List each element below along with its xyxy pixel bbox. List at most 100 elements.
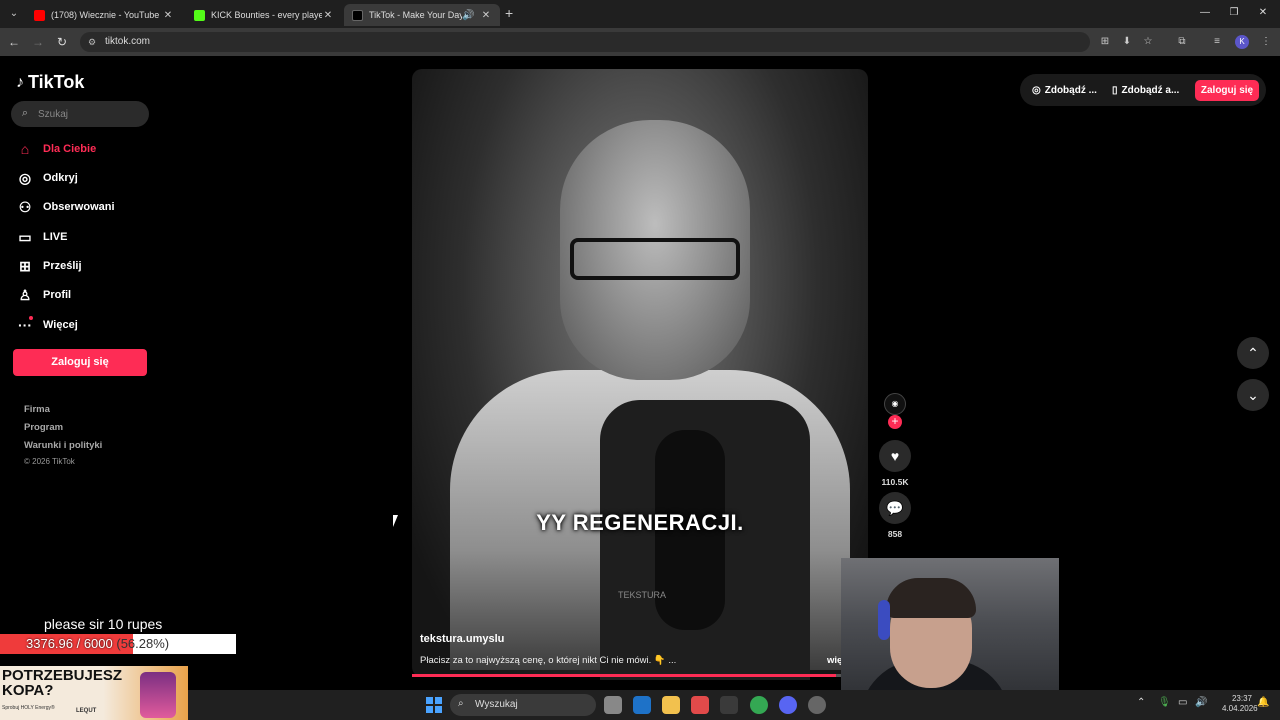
tab-tiktok[interactable]: TikTok - Make Your Day 🔊 ✕ bbox=[344, 4, 500, 26]
video-watermark: TEKSTURA bbox=[617, 590, 666, 600]
footer-link-program[interactable]: Program bbox=[24, 422, 63, 433]
tab-title: KICK Bounties - every player fo bbox=[211, 10, 322, 20]
previous-video-button[interactable]: ⌃ bbox=[1237, 337, 1269, 369]
creator-avatar[interactable]: ◉ bbox=[884, 393, 906, 415]
close-window-icon[interactable]: ✕ bbox=[1256, 7, 1270, 18]
minimize-icon[interactable]: — bbox=[1198, 7, 1212, 18]
get-app-button[interactable]: ▯ Zdobądź a... bbox=[1104, 78, 1187, 102]
get-coins-button[interactable]: ◎ Zdobądź ... bbox=[1024, 78, 1105, 102]
audio-icon[interactable]: 🔊 bbox=[462, 10, 474, 21]
tiktok-icon bbox=[352, 9, 363, 21]
reload-icon[interactable]: ↻ bbox=[54, 34, 70, 50]
network-icon[interactable]: ▭ bbox=[1178, 697, 1187, 708]
outlook-icon[interactable] bbox=[633, 696, 651, 714]
close-icon[interactable]: ✕ bbox=[322, 10, 334, 21]
microphone-icon[interactable]: 🎙 bbox=[1158, 697, 1171, 708]
install-app-icon[interactable]: ⬇ bbox=[1120, 35, 1134, 49]
heart-icon: ♥ bbox=[890, 448, 900, 464]
url-text[interactable]: tiktok.com bbox=[105, 36, 150, 47]
coin-icon: ◎ bbox=[1032, 84, 1041, 96]
discord-icon[interactable] bbox=[779, 696, 797, 714]
forward-icon[interactable]: → bbox=[30, 34, 46, 50]
nav-upload[interactable]: ⊞ Prześlij bbox=[16, 256, 82, 276]
donation-goal-value: 3376.96 / 6000 bbox=[26, 636, 113, 651]
extensions-icon[interactable]: ⧉ bbox=[1175, 35, 1189, 49]
nav-label: Obserwowani bbox=[43, 201, 115, 213]
profile-avatar[interactable]: K bbox=[1235, 35, 1249, 49]
ad-brand: LEQUT bbox=[76, 708, 97, 714]
clock-date: 4.04.2026 bbox=[1222, 704, 1258, 713]
back-icon[interactable]: ← bbox=[6, 34, 22, 50]
app-icon[interactable] bbox=[808, 696, 826, 714]
taskbar-search-input[interactable] bbox=[450, 694, 596, 716]
notifications-icon[interactable]: 🔔 bbox=[1257, 697, 1269, 708]
nav-label: Prześlij bbox=[43, 260, 82, 272]
taskbar-clock[interactable]: 23:37 4.04.2026 bbox=[1222, 694, 1258, 714]
video-progress-fill bbox=[412, 674, 837, 677]
like-button[interactable]: ♥ bbox=[879, 440, 911, 472]
clock-time: 23:37 bbox=[1231, 694, 1252, 703]
nav-explore[interactable]: ◎ Odkryj bbox=[16, 168, 78, 188]
site-info-icon[interactable]: ⚙ bbox=[86, 36, 98, 48]
nav-profile[interactable]: ♙ Profil bbox=[16, 285, 71, 305]
like-count: 110.5K bbox=[881, 477, 909, 487]
footer-link-terms[interactable]: Warunki i polityki bbox=[24, 440, 102, 451]
chrome-icon[interactable] bbox=[750, 696, 768, 714]
media-icon[interactable]: ≡ bbox=[1210, 35, 1224, 49]
tab-kick[interactable]: KICK Bounties - every player fo ✕ bbox=[186, 4, 342, 26]
close-icon[interactable]: ✕ bbox=[480, 10, 492, 21]
donation-goal-title: please sir 10 rupes bbox=[44, 616, 163, 632]
next-video-button[interactable]: ⌄ bbox=[1237, 379, 1269, 411]
chevron-down-icon: ⌄ bbox=[1247, 387, 1259, 403]
url-bar[interactable] bbox=[80, 32, 1090, 52]
youtube-icon bbox=[34, 9, 45, 21]
store-icon[interactable] bbox=[691, 696, 709, 714]
search-icon: ⌕ bbox=[458, 698, 464, 709]
search-icon: ⌕ bbox=[21, 107, 29, 119]
video-glasses bbox=[570, 238, 740, 280]
login-button-sidebar[interactable]: Zaloguj się bbox=[13, 349, 147, 376]
video-caption: YY REGENERACJI. bbox=[536, 510, 744, 535]
comment-button[interactable]: 💬 bbox=[879, 492, 911, 524]
tray-chevron-icon[interactable]: ⌃ bbox=[1137, 697, 1145, 708]
translate-icon[interactable]: ⊞ bbox=[1098, 35, 1112, 49]
webcam-headset bbox=[878, 600, 890, 640]
login-button-header[interactable]: Zaloguj się bbox=[1195, 80, 1259, 101]
tab-youtube[interactable]: (1708) Wiecznie - YouTube ✕ bbox=[26, 4, 182, 26]
donation-goal-label: 3376.96 / 6000 (56.28%) bbox=[26, 636, 169, 651]
nav-live[interactable]: ▭ LIVE bbox=[16, 227, 67, 247]
nav-label: LIVE bbox=[43, 231, 68, 243]
windows-start-icon[interactable] bbox=[426, 697, 442, 713]
menu-icon[interactable]: ⋮ bbox=[1259, 35, 1273, 49]
bookmark-star-icon[interactable]: ☆ bbox=[1141, 35, 1155, 49]
nav-for-you[interactable]: ⌂ Dla Ciebie bbox=[16, 139, 96, 159]
comment-count: 858 bbox=[887, 529, 903, 539]
steam-icon[interactable] bbox=[720, 696, 738, 714]
upload-icon: ⊞ bbox=[19, 258, 31, 274]
nav-more[interactable]: ··· Więcej bbox=[16, 315, 78, 335]
footer-link-company[interactable]: Firma bbox=[24, 404, 50, 415]
copyright: © 2026 TikTok bbox=[24, 457, 75, 466]
home-icon: ⌂ bbox=[20, 141, 30, 157]
phone-icon: ▯ bbox=[1112, 84, 1118, 96]
live-tv-icon: ▭ bbox=[18, 229, 32, 245]
compass-icon: ◎ bbox=[18, 170, 32, 186]
tiktok-note-icon: ♪ bbox=[16, 73, 24, 91]
task-view-icon[interactable] bbox=[604, 696, 622, 714]
nav-label: Dla Ciebie bbox=[43, 143, 97, 155]
nav-following[interactable]: ⚇ Obserwowani bbox=[16, 197, 115, 217]
close-icon[interactable]: ✕ bbox=[162, 10, 174, 21]
ad-fine-print: Sprobuj HOLY Energy® bbox=[2, 705, 55, 711]
restore-icon[interactable]: ❐ bbox=[1227, 7, 1241, 18]
follow-plus-icon[interactable]: + bbox=[888, 415, 902, 429]
tab-search-icon[interactable]: ⌄ bbox=[6, 6, 22, 22]
webcam-person-hair bbox=[886, 578, 976, 618]
file-explorer-icon[interactable] bbox=[662, 696, 680, 714]
tiktok-logo[interactable]: ♪ TikTok bbox=[16, 72, 84, 93]
video-author[interactable]: tekstura.umyslu bbox=[420, 633, 504, 645]
nav-label: Profil bbox=[43, 289, 72, 301]
logo-text: TikTok bbox=[28, 72, 85, 92]
new-tab-button[interactable]: + bbox=[505, 6, 519, 20]
nav-label: Odkryj bbox=[43, 172, 78, 184]
volume-icon[interactable]: 🔊 bbox=[1195, 697, 1207, 708]
